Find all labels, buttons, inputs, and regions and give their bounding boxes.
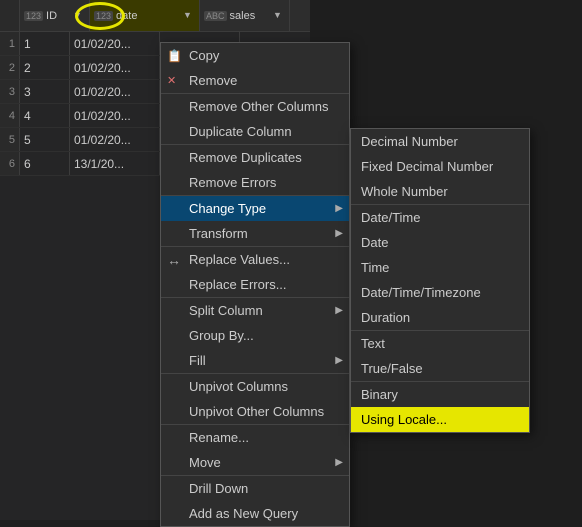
menu-item-copy[interactable]: 📋 Copy <box>161 43 349 68</box>
remove-icon: ✕ <box>167 74 176 87</box>
menu-item-fill[interactable]: Fill ▶ <box>161 348 349 373</box>
menu-item-rename[interactable]: Rename... <box>161 424 349 450</box>
submenu-item-using-locale[interactable]: Using Locale... <box>351 407 529 432</box>
context-menu: 📋 Copy ✕ Remove Remove Other Columns Dup… <box>160 42 350 527</box>
menu-item-duplicate-column[interactable]: Duplicate Column <box>161 119 349 144</box>
submenu-item-binary[interactable]: Binary <box>351 381 529 407</box>
col-header-sales[interactable]: ABC sales ▼ <box>200 0 290 31</box>
sales-col-label: sales <box>230 10 256 22</box>
menu-item-change-type[interactable]: Change Type ▶ <box>161 195 349 221</box>
id-dropdown-icon[interactable]: ▼ <box>73 10 85 22</box>
menu-item-add-new-query[interactable]: Add as New Query <box>161 501 349 526</box>
submenu-item-whole-number[interactable]: Whole Number <box>351 179 529 204</box>
submenu-item-datetime-timezone[interactable]: Date/Time/Timezone <box>351 280 529 305</box>
menu-item-split-column[interactable]: Split Column ▶ <box>161 297 349 323</box>
row-num-header <box>0 0 20 31</box>
submenu-item-decimal-number[interactable]: Decimal Number <box>351 129 529 154</box>
menu-item-transform[interactable]: Transform ▶ <box>161 221 349 246</box>
menu-item-remove[interactable]: ✕ Remove <box>161 68 349 93</box>
date-dropdown-icon[interactable]: ▼ <box>183 10 195 22</box>
submenu-item-date[interactable]: Date <box>351 230 529 255</box>
move-arrow: ▶ <box>335 457 343 468</box>
menu-item-move[interactable]: Move ▶ <box>161 450 349 475</box>
menu-item-group-by[interactable]: Group By... <box>161 323 349 348</box>
copy-icon: 📋 <box>167 49 182 63</box>
change-type-submenu: Decimal Number Fixed Decimal Number Whol… <box>350 128 530 433</box>
id-col-label: ID <box>46 10 57 22</box>
menu-item-drill-down[interactable]: Drill Down <box>161 475 349 501</box>
submenu-item-duration[interactable]: Duration <box>351 305 529 330</box>
menu-item-unpivot-columns[interactable]: Unpivot Columns <box>161 373 349 399</box>
menu-item-replace-errors[interactable]: Replace Errors... <box>161 272 349 297</box>
submenu-item-time[interactable]: Time <box>351 255 529 280</box>
replace-icon: ↔ <box>167 252 181 268</box>
submenu-item-text[interactable]: Text <box>351 330 529 356</box>
submenu-item-datetime[interactable]: Date/Time <box>351 204 529 230</box>
grid-header: 123 ID ▼ 123 date ▼ ABC sales ▼ <box>0 0 310 32</box>
fill-arrow: ▶ <box>335 355 343 366</box>
menu-item-unpivot-other-columns[interactable]: Unpivot Other Columns <box>161 399 349 424</box>
date-type-badge: 123 <box>94 11 113 21</box>
date-col-label: date <box>116 10 137 22</box>
menu-item-remove-duplicates[interactable]: Remove Duplicates <box>161 144 349 170</box>
id-type-badge: 123 <box>24 11 43 21</box>
menu-item-remove-errors[interactable]: Remove Errors <box>161 170 349 195</box>
col-header-id[interactable]: 123 ID ▼ <box>20 0 90 31</box>
transform-arrow: ▶ <box>335 228 343 239</box>
split-arrow: ▶ <box>335 305 343 316</box>
submenu-item-fixed-decimal[interactable]: Fixed Decimal Number <box>351 154 529 179</box>
col-header-date[interactable]: 123 date ▼ <box>90 0 200 31</box>
change-type-arrow: ▶ <box>335 203 343 214</box>
submenu-item-true-false[interactable]: True/False <box>351 356 529 381</box>
sales-dropdown-icon[interactable]: ▼ <box>273 10 285 22</box>
sales-type-badge: ABC <box>204 11 227 21</box>
menu-item-replace-values[interactable]: ↔ Replace Values... <box>161 246 349 272</box>
menu-item-remove-other-columns[interactable]: Remove Other Columns <box>161 93 349 119</box>
